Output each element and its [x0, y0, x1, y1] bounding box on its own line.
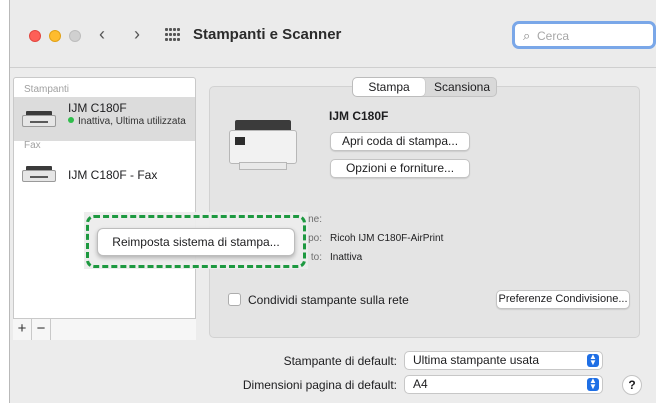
- magnifier-icon: ⌕: [523, 28, 531, 43]
- default-printer-select[interactable]: Ultima stampante usata ▲ ▼: [404, 351, 603, 370]
- printer-title: IJM C180F: [329, 109, 389, 123]
- remove-printer-button[interactable]: −: [32, 319, 51, 340]
- share-printer-label: Condividi stampante sulla rete: [248, 293, 409, 307]
- default-printer-label: Stampante di default:: [283, 354, 397, 368]
- close-window-button[interactable]: [29, 30, 41, 42]
- tab-scan[interactable]: Scansiona: [427, 78, 497, 96]
- status-value: Inattiva: [330, 252, 363, 263]
- printer-status: Inattiva, Ultima utilizzata: [68, 116, 186, 127]
- search-field[interactable]: ⌕ Cerca: [512, 21, 656, 49]
- tab-print[interactable]: Stampa: [353, 78, 425, 96]
- fax-printer-icon: [22, 166, 56, 184]
- open-print-queue-button[interactable]: Apri coda di stampa...: [330, 132, 470, 151]
- window-title: Stampanti e Scanner: [193, 26, 342, 43]
- printer-icon: [22, 111, 56, 129]
- section-fax-label: Fax: [24, 140, 41, 151]
- fax-name: IJM C180F - Fax: [68, 168, 158, 182]
- forward-button[interactable]: ›: [134, 25, 140, 43]
- back-button[interactable]: ‹: [99, 25, 105, 43]
- sharing-preferences-button[interactable]: Preferenze Condivisione...: [496, 290, 630, 309]
- help-button[interactable]: ?: [622, 375, 642, 395]
- minimize-window-button[interactable]: [49, 30, 61, 42]
- default-paper-size-label: Dimensioni pagina di default:: [242, 378, 397, 392]
- default-printer-value: Ultima stampante usata: [413, 353, 540, 367]
- select-chevron-icon: ▲ ▼: [587, 353, 599, 367]
- status-dot-icon: [68, 117, 74, 123]
- printer-list: Stampanti IJM C180F Inattiva, Ultima uti…: [13, 77, 196, 339]
- zoom-window-button[interactable]: [69, 30, 81, 42]
- titlebar: ‹ › Stampanti e Scanner ⌕ Cerca: [10, 0, 656, 68]
- fax-list-item[interactable]: IJM C180F - Fax: [14, 154, 195, 198]
- printer-list-item[interactable]: IJM C180F Inattiva, Ultima utilizzata: [14, 97, 195, 141]
- options-supplies-button[interactable]: Opzioni e forniture...: [330, 159, 470, 178]
- add-printer-button[interactable]: +: [13, 319, 32, 340]
- share-printer-checkbox[interactable]: [228, 293, 241, 306]
- paper-size-value: A4: [413, 377, 428, 391]
- default-paper-size-select[interactable]: A4 ▲ ▼: [404, 375, 603, 394]
- print-scan-tabs: Stampa Scansiona: [352, 77, 497, 97]
- reset-printing-system-menu-item[interactable]: Reimposta sistema di stampa...: [97, 228, 295, 256]
- sidebar-button-bar: + −: [13, 318, 196, 340]
- kind-value: Ricoh IJM C180F-AirPrint: [330, 233, 444, 244]
- section-printers-label: Stampanti: [24, 84, 70, 95]
- printer-name: IJM C180F: [68, 101, 127, 115]
- search-placeholder: Cerca: [537, 29, 570, 43]
- select-chevron-icon: ▲ ▼: [587, 377, 599, 391]
- show-all-grid-icon[interactable]: [165, 28, 181, 42]
- printer-image: [229, 120, 297, 178]
